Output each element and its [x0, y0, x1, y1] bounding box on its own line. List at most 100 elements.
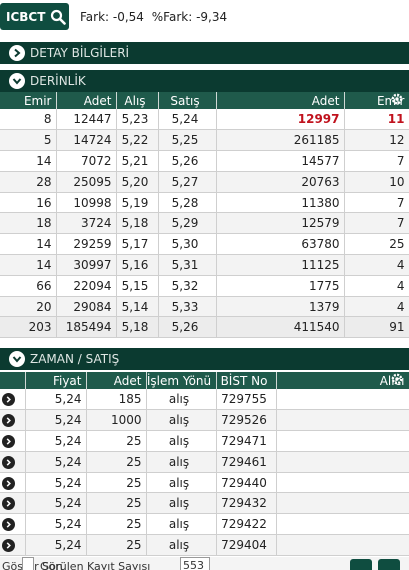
depth-row[interactable]: 66 22094 5,15 5,32 1775 4: [0, 275, 409, 297]
footer-bar: Göster Son Görülen Kayıt Sayısı 553: [0, 557, 409, 570]
footer-count[interactable]: 553: [180, 557, 210, 570]
trade-expand-cell[interactable]: [0, 389, 26, 411]
trade-row[interactable]: 5,24 25 alış 729422: [0, 513, 409, 536]
depth-row[interactable]: 16 10998 5,19 5,28 11380 7: [0, 192, 409, 214]
arrow-right-icon[interactable]: [2, 393, 15, 407]
depth-cell-bid-price: 5,19: [116, 192, 159, 214]
trade-side: alış: [146, 472, 217, 494]
trade-expand-cell[interactable]: [0, 409, 26, 432]
depth-cell-bid-price: 5,23: [116, 109, 159, 131]
trade-row[interactable]: 5,24 25 alış 729404: [0, 534, 409, 556]
trades-col-adet[interactable]: Adet: [86, 372, 147, 389]
depth-cell-buy-qty: 12447: [56, 109, 117, 131]
trade-qty: 25: [86, 534, 147, 556]
depth-total-row: 203 185494 5,18 5,26 411540 91: [0, 316, 409, 339]
symbol-label: ICBCT: [6, 9, 46, 24]
trade-bist-no: 729440: [216, 472, 277, 494]
depth-cell-sell-orders: 7: [344, 212, 409, 235]
depth-col-adet[interactable]: Adet: [56, 92, 117, 109]
trade-side: alış: [146, 430, 217, 452]
arrow-right-icon[interactable]: [2, 518, 15, 532]
depth-cell-buy-qty: 30997: [56, 254, 117, 276]
trade-row[interactable]: 5,24 185 alış 729755: [0, 389, 409, 411]
depth-total-sell-qty: 411540: [216, 316, 345, 339]
trade-side: alış: [146, 534, 217, 556]
arrow-right-icon[interactable]: [2, 414, 15, 428]
trade-expand-cell[interactable]: [0, 534, 26, 556]
depth-cell-sell-qty: 63780: [216, 233, 345, 256]
depth-cell-buy-qty: 10998: [56, 192, 117, 214]
depth-cell-buy-orders: 16: [0, 192, 57, 214]
pct-fark-value: %Fark: -9,34: [151, 10, 228, 24]
depth-cell-bid-price: 5,17: [116, 233, 159, 256]
symbol-search-button[interactable]: ICBCT: [0, 3, 69, 30]
trade-qty: 1000: [86, 409, 147, 432]
depth-row[interactable]: 8 12447 5,23 5,24 12997 11: [0, 109, 409, 131]
depth-row[interactable]: 20 29084 5,14 5,33 1379 4: [0, 296, 409, 318]
trade-row[interactable]: 5,24 25 alış 729440: [0, 472, 409, 494]
depth-cell-sell-qty: 12997: [216, 109, 345, 131]
trades-col-blank: [0, 372, 26, 389]
depth-cell-ask-price: 5,24: [158, 109, 217, 131]
depth-col-satis[interactable]: Satış: [158, 92, 217, 109]
arrow-right-icon[interactable]: [2, 538, 15, 552]
trade-qty: 25: [86, 451, 147, 473]
trade-qty: 25: [86, 492, 147, 515]
trade-price: 5,24: [25, 492, 87, 515]
arrow-right-icon[interactable]: [2, 476, 15, 490]
depth-cell-sell-orders: 4: [344, 296, 409, 318]
trade-bist-no: 729526: [216, 409, 277, 432]
trade-row[interactable]: 5,24 1000 alış 729526: [0, 409, 409, 432]
trade-row[interactable]: 5,24 25 alış 729432: [0, 492, 409, 515]
chevron-down-icon: [9, 73, 25, 89]
depth-cell-buy-qty: 29084: [56, 296, 117, 318]
depth-cell-bid-price: 5,21: [116, 150, 159, 172]
depth-cell-buy-orders: 18: [0, 212, 57, 235]
depth-row[interactable]: 5 14724 5,22 5,25 261185 12: [0, 129, 409, 152]
panel-detay-header[interactable]: DETAY BİLGİLERİ: [0, 42, 409, 64]
trade-expand-cell[interactable]: [0, 451, 26, 473]
depth-col-adet-sell[interactable]: Adet: [216, 92, 345, 109]
depth-row[interactable]: 14 29259 5,17 5,30 63780 25: [0, 233, 409, 256]
trade-expand-cell[interactable]: [0, 472, 26, 494]
refresh-button[interactable]: [350, 559, 372, 570]
arrow-right-icon[interactable]: [2, 497, 15, 511]
trade-price: 5,24: [25, 409, 87, 432]
depth-row[interactable]: 14 30997 5,16 5,31 11125 4: [0, 254, 409, 276]
trades-col-bist-no[interactable]: BİST No: [216, 372, 277, 389]
depth-row[interactable]: 14 7072 5,21 5,26 14577 7: [0, 150, 409, 172]
panel-zaman-header[interactable]: ZAMAN / SATIŞ: [0, 348, 409, 370]
trades-col-islem[interactable]: İşlem Yönü: [146, 372, 217, 389]
depth-cell-sell-orders: 7: [344, 192, 409, 214]
trade-expand-cell[interactable]: [0, 513, 26, 536]
depth-avg-bid: 5,18: [116, 316, 159, 339]
depth-col-alis[interactable]: Alış: [116, 92, 159, 109]
depth-cell-buy-qty: 25095: [56, 171, 117, 193]
depth-cell-buy-orders: 14: [0, 150, 57, 172]
trade-bist-no: 729461: [216, 451, 277, 473]
scroll-up-button[interactable]: [378, 559, 400, 570]
depth-cell-buy-qty: 3724: [56, 212, 117, 235]
trade-expand-cell[interactable]: [0, 430, 26, 452]
depth-cell-ask-price: 5,28: [158, 192, 217, 214]
depth-total-sell-orders: 91: [344, 316, 409, 339]
trade-side: alış: [146, 409, 217, 432]
depth-col-emir[interactable]: Emir: [0, 92, 57, 109]
depth-row[interactable]: 28 25095 5,20 5,27 20763 10: [0, 171, 409, 193]
depth-row[interactable]: 18 3724 5,18 5,29 12579 7: [0, 212, 409, 235]
depth-total-buy-orders: 203: [0, 316, 57, 339]
arrow-right-icon[interactable]: [2, 455, 15, 469]
trade-row[interactable]: 5,24 25 alış 729471: [0, 430, 409, 452]
trade-expand-cell[interactable]: [0, 492, 26, 515]
trade-bist-no: 729471: [216, 430, 277, 452]
trades-gear-icon[interactable]: [390, 372, 404, 386]
arrow-right-icon[interactable]: [2, 434, 15, 448]
depth-cell-bid-price: 5,22: [116, 129, 159, 152]
trades-col-fiyat[interactable]: Fiyat: [25, 372, 87, 389]
depth-gear-icon[interactable]: [390, 92, 404, 106]
panel-detay-title: DETAY BİLGİLERİ: [30, 46, 130, 60]
trade-row[interactable]: 5,24 25 alış 729461: [0, 451, 409, 473]
panel-derinlik-header[interactable]: DERİNLİK: [0, 70, 409, 92]
footer-page-box[interactable]: [22, 557, 34, 570]
depth-cell-bid-price: 5,18: [116, 212, 159, 235]
